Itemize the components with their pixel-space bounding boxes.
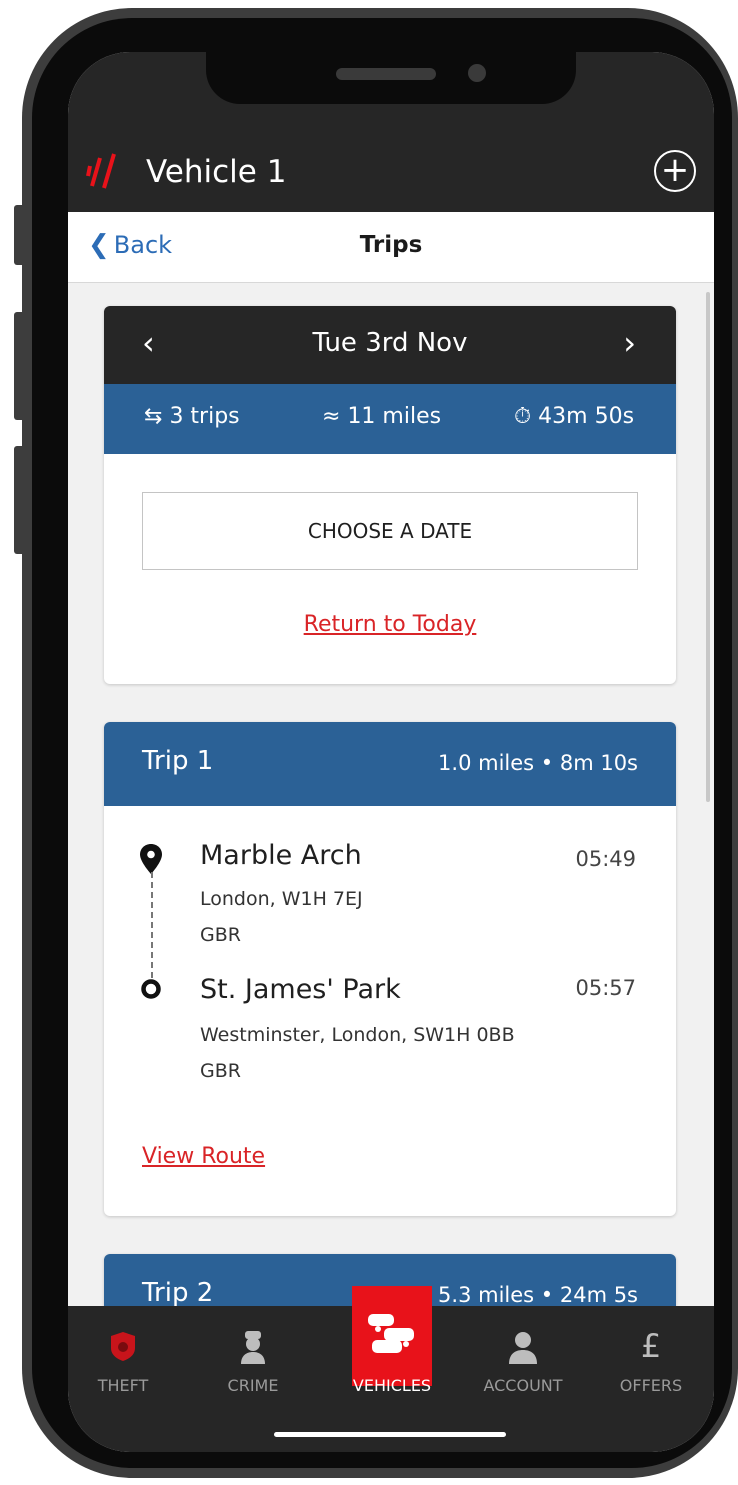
- end-time: 05:57: [575, 976, 636, 1000]
- police-officer-icon: [233, 1326, 273, 1366]
- tab-offers[interactable]: £ OFFERS: [596, 1306, 706, 1416]
- screen-title: Vehicle 1: [146, 154, 287, 190]
- view-route-link[interactable]: View Route: [142, 1144, 265, 1169]
- page-title: Trips: [359, 232, 423, 258]
- start-country: GBR: [200, 924, 241, 946]
- trip-header[interactable]: Trip 1 1.0 miles • 8m 10s: [104, 722, 676, 806]
- route-connector: [151, 872, 153, 978]
- end-address: Westminster, London, SW1H 0BB: [200, 1024, 515, 1046]
- app-screen: Vehicle 1 + ❮ Back Trips ‹ Tue 3rd Nov › …: [68, 52, 714, 1452]
- pound-sign-icon: £: [640, 1327, 662, 1365]
- next-day-button[interactable]: ›: [623, 324, 636, 362]
- return-to-today-link[interactable]: Return to Today: [104, 612, 676, 637]
- trip-summary: 5.3 miles • 24m 5s: [438, 1283, 638, 1307]
- police-badge-icon: [103, 1326, 143, 1366]
- start-address: London, W1H 7EJ: [200, 888, 363, 910]
- tab-label: THEFT: [97, 1376, 149, 1395]
- tab-label: OFFERS: [619, 1376, 683, 1395]
- duration-total: 43m 50s: [538, 404, 635, 429]
- tab-label: ACCOUNT: [483, 1376, 563, 1395]
- stopwatch-icon: ⏱: [514, 404, 532, 429]
- trips-stat: ⇆ 3 trips: [144, 404, 240, 429]
- selected-date: Tue 3rd Nov: [312, 328, 468, 358]
- tab-bar: THEFT CRIME VEHICLES ACCOUNT £ OFFERS: [68, 1286, 714, 1452]
- tab-label: CRIME: [227, 1376, 279, 1395]
- plus-circle-icon: +: [660, 150, 690, 190]
- navigation-bar: ❮ Back Trips: [68, 212, 714, 283]
- start-time: 05:49: [575, 847, 636, 871]
- trip-name: Trip 2: [142, 1278, 214, 1308]
- user-icon: [503, 1326, 543, 1366]
- route-icon: ≈: [322, 404, 341, 429]
- app-logo-icon: [82, 152, 122, 196]
- tab-theft[interactable]: THEFT: [68, 1306, 178, 1416]
- camera: [468, 64, 486, 82]
- title-bar: Vehicle 1 +: [68, 142, 714, 212]
- trips-count: 3 trips: [169, 404, 240, 429]
- end-country: GBR: [200, 1060, 241, 1082]
- cars-icon: [366, 1310, 422, 1358]
- notch: [206, 52, 576, 104]
- duration-stat: ⏱ 43m 50s: [514, 404, 634, 429]
- destination-circle-icon: [140, 978, 162, 1004]
- miles-stat: ≈ 11 miles: [322, 404, 441, 429]
- trip-summary: 1.0 miles • 8m 10s: [438, 751, 638, 775]
- miles-total: 11 miles: [347, 404, 442, 429]
- tab-vehicles[interactable]: [352, 1286, 432, 1386]
- end-location-name: St. James' Park: [200, 974, 401, 1005]
- date-header: ‹ Tue 3rd Nov ›: [104, 306, 676, 384]
- scrollbar[interactable]: [706, 292, 710, 802]
- swap-arrows-icon: ⇆: [144, 404, 163, 429]
- tab-label-vehicles: VEHICLES: [352, 1376, 432, 1395]
- date-card: ‹ Tue 3rd Nov › ⇆ 3 trips ≈ 11 miles ⏱ 4…: [104, 306, 676, 684]
- choose-date-button[interactable]: CHOOSE A DATE: [142, 492, 638, 570]
- start-location-name: Marble Arch: [200, 840, 362, 871]
- trip-name: Trip 1: [142, 746, 214, 776]
- home-indicator[interactable]: [274, 1432, 506, 1437]
- tab-crime[interactable]: CRIME: [198, 1306, 308, 1416]
- day-stats-bar: ⇆ 3 trips ≈ 11 miles ⏱ 43m 50s: [104, 384, 676, 454]
- tab-account[interactable]: ACCOUNT: [468, 1306, 578, 1416]
- trip-card: Trip 1 1.0 miles • 8m 10s Marble Arch Lo…: [104, 722, 676, 1216]
- speaker: [336, 68, 436, 80]
- add-button[interactable]: +: [654, 150, 696, 192]
